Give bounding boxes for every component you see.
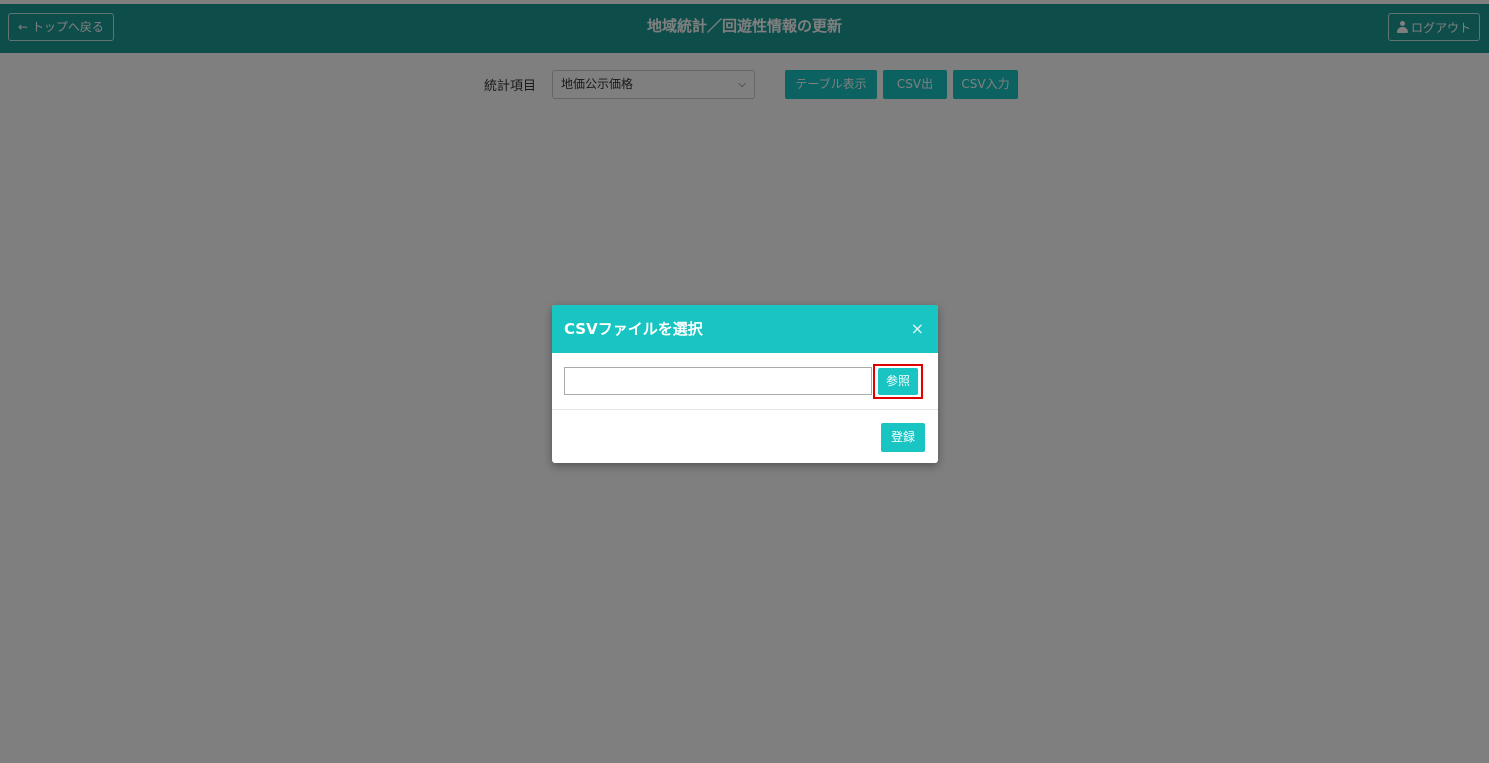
dialog-footer: 登録 [552, 410, 938, 463]
browse-button[interactable]: 参照 [878, 368, 918, 395]
csv-file-dialog: CSVファイルを選択 × 参照 登録 [552, 305, 938, 463]
dialog-header: CSVファイルを選択 × [552, 305, 938, 353]
file-path-input[interactable] [564, 367, 872, 395]
register-button[interactable]: 登録 [881, 423, 925, 452]
dialog-title: CSVファイルを選択 [564, 320, 703, 338]
close-icon[interactable]: × [911, 305, 924, 353]
dialog-body: 参照 [552, 353, 938, 410]
